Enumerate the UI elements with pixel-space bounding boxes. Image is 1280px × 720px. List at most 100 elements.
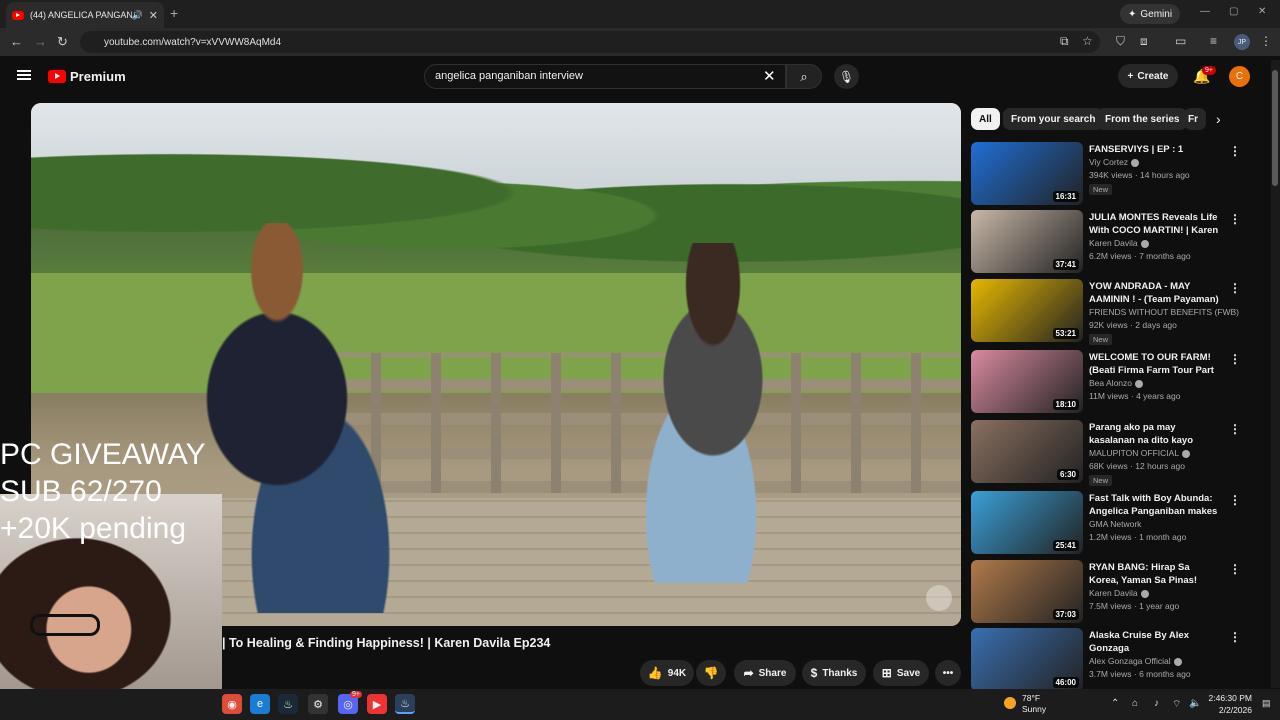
recommendation-item[interactable]: 46:00 Alaska Cruise By Alex Gonzaga Alex G… [971, 628, 1261, 692]
recommendation-title[interactable]: Alaska Cruise By Alex Gonzaga [1089, 629, 1219, 655]
thanks-button[interactable]: $ Thanks [802, 660, 866, 686]
recommendation-title[interactable]: RYAN BANG: Hirap Sa Korea, Yaman Sa Pina… [1089, 561, 1219, 587]
channel-name[interactable]: GMA Network [1089, 519, 1141, 529]
bookmark-star-icon[interactable]: ☆ [1082, 34, 1093, 48]
steam-taskbar-icon[interactable]: ♨ [278, 694, 298, 714]
video-thumbnail[interactable]: 37:03 [971, 560, 1083, 623]
recommendation-title[interactable]: JULIA MONTES Reveals Life With COCO MART… [1089, 211, 1219, 237]
create-button[interactable]: + Create [1118, 64, 1178, 88]
search-input[interactable]: angelica panganiban interview [424, 64, 786, 89]
more-vertical-icon[interactable]: ⋮ [1229, 630, 1241, 644]
user-avatar[interactable]: C [1229, 66, 1250, 87]
maximize-icon[interactable]: ▢ [1229, 6, 1238, 17]
video-thumbnail[interactable]: 53:21 [971, 279, 1083, 342]
volume-icon[interactable]: 🔈 [1189, 698, 1201, 709]
video-thumbnail[interactable]: 37:41 [971, 210, 1083, 273]
recommendation-title[interactable]: Parang ako pa may kasalanan na dito kayo… [1089, 421, 1219, 447]
browser-menu-icon[interactable]: ⋮ [1260, 34, 1272, 48]
chip-all[interactable]: All [971, 108, 1000, 130]
video-thumbnail[interactable]: 6:30 [971, 420, 1083, 483]
video-thumbnail[interactable]: 25:41 [971, 491, 1083, 554]
profile-avatar[interactable]: JP [1234, 34, 1250, 50]
recommendation-item[interactable]: 16:31 FANSERVIYS | EP : 1 Viy Cortez 394K v… [971, 142, 1261, 206]
discord-badge: 9+ [350, 691, 362, 698]
video-thumbnail[interactable]: 18:10 [971, 350, 1083, 413]
channel-name[interactable]: Karen Davila [1089, 238, 1149, 248]
recommendation-title[interactable]: Fast Talk with Boy Abunda: Angelica Pang… [1089, 492, 1219, 518]
share-button[interactable]: ➦ Share [734, 660, 796, 686]
recommendation-title[interactable]: FANSERVIYS | EP : 1 [1089, 143, 1219, 156]
recommendation-item[interactable]: 37:03 RYAN BANG: Hirap Sa Korea, Yaman Sa… [971, 560, 1261, 624]
recommendation-item[interactable]: 53:21 YOW ANDRADA - MAY AAMININ ! - (Team… [971, 279, 1261, 345]
back-icon[interactable]: ← [10, 34, 23, 49]
channel-name[interactable]: MALUPITON OFFICIAL [1089, 448, 1191, 458]
chip-truncated[interactable]: Fr [1184, 108, 1206, 130]
reload-icon[interactable]: ↻ [57, 34, 68, 50]
browser-tab[interactable]: (44) ANGELICA PANGANIBA 🔊 ✕ [6, 2, 164, 28]
extensions-icon[interactable]: ⧈ [1140, 34, 1148, 49]
weather-widget[interactable]: 78°F Sunny [1022, 693, 1046, 715]
weather-condition: Sunny [1022, 704, 1047, 714]
weather-temperature: 78°F [1022, 693, 1041, 703]
scrollbar-thumb[interactable] [1272, 70, 1278, 186]
like-button[interactable]: 👍 94K [640, 660, 694, 686]
gemini-button[interactable]: ✦ Gemini [1120, 4, 1181, 24]
chip-from-your-search[interactable]: From your search [1003, 108, 1104, 130]
channel-name[interactable]: Karen Davila [1089, 588, 1149, 598]
edge-taskbar-icon[interactable]: e [250, 694, 270, 714]
shield-icon[interactable]: ⛉ [1116, 34, 1125, 49]
chrome-taskbar-icon[interactable]: ◉ [222, 694, 242, 714]
more-vertical-icon[interactable]: ⋮ [1229, 212, 1241, 226]
dislike-button[interactable]: 👎 [696, 660, 726, 686]
sidebar-icon[interactable]: ▭ [1175, 34, 1186, 48]
save-button[interactable]: ⊞ Save [873, 660, 929, 686]
gemini-label: Gemini [1140, 8, 1173, 20]
close-window-icon[interactable]: ✕ [1258, 6, 1266, 17]
minimize-icon[interactable]: — [1200, 6, 1210, 17]
more-vertical-icon[interactable]: ⋮ [1229, 493, 1241, 507]
menu-icon[interactable] [17, 70, 31, 80]
system-clock[interactable]: 2:46:30 PM 2/2/2026 [1208, 692, 1252, 716]
speaker-icon[interactable]: 🔊 [132, 10, 143, 21]
voice-search-button[interactable]: 🎙 [834, 64, 859, 89]
recommendation-title[interactable]: YOW ANDRADA - MAY AAMININ ! - (Team Paya… [1089, 280, 1219, 306]
more-vertical-icon[interactable]: ⋮ [1229, 144, 1241, 158]
url-bar[interactable]: youtube.com/watch?v=xVVWW8AqMd4 [80, 31, 1100, 53]
search-button[interactable]: ⌕ [786, 64, 822, 89]
channel-name[interactable]: FRIENDS WITHOUT BENEFITS (FWB) [1089, 307, 1239, 317]
forward-icon[interactable]: → [34, 34, 47, 49]
channel-watermark-icon[interactable] [926, 585, 952, 611]
tray-chevron-up-icon[interactable]: ⌃ [1111, 698, 1119, 709]
network-icon[interactable]: ⌂ [1132, 698, 1138, 709]
steam-active-taskbar-icon[interactable]: ♨ [395, 694, 415, 714]
app-taskbar-icon[interactable]: ⚙ [308, 694, 328, 714]
view-meta: 7.5M views · 1 year ago [1089, 601, 1180, 611]
media-taskbar-icon[interactable]: ▶ [367, 694, 387, 714]
youtube-logo[interactable]: Premium [48, 69, 126, 84]
recommendation-item[interactable]: 37:41 JULIA MONTES Reveals Life With COCO… [971, 210, 1261, 274]
more-vertical-icon[interactable]: ⋮ [1229, 281, 1241, 295]
new-tab-icon[interactable]: + [170, 5, 178, 21]
recommendation-item[interactable]: 25:41 Fast Talk with Boy Abunda: Angelica… [971, 491, 1261, 555]
clear-search-icon[interactable]: ✕ [763, 67, 776, 85]
channel-name[interactable]: Alex Gonzaga Official [1089, 656, 1182, 666]
recommendation-title[interactable]: WELCOME TO OUR FARM! (Beati Firma Farm T… [1089, 351, 1219, 377]
video-thumbnail[interactable]: 16:31 [971, 142, 1083, 205]
channel-name[interactable]: Viy Cortez [1089, 157, 1140, 167]
chip-from-the-series[interactable]: From the series [1097, 108, 1188, 130]
more-vertical-icon[interactable]: ⋮ [1229, 562, 1241, 576]
video-thumbnail[interactable]: 46:00 [971, 628, 1083, 691]
mic-tray-icon[interactable]: ♪ [1154, 698, 1159, 709]
notification-center-icon[interactable]: ▤ [1262, 698, 1271, 709]
close-tab-icon[interactable]: ✕ [149, 9, 158, 22]
more-actions-button[interactable]: ••• [935, 660, 961, 686]
media-icon[interactable]: ≡ [1210, 34, 1217, 48]
recommendation-item[interactable]: 18:10 WELCOME TO OUR FARM! (Beati Firma F… [971, 350, 1261, 414]
wifi-icon[interactable]: ⌔ [1172, 698, 1181, 711]
channel-name[interactable]: Bea Alonzo [1089, 378, 1144, 388]
more-vertical-icon[interactable]: ⋮ [1229, 422, 1241, 436]
more-vertical-icon[interactable]: ⋮ [1229, 352, 1241, 366]
chevron-right-icon[interactable]: › [1216, 111, 1221, 127]
recommendation-item[interactable]: 6:30 Parang ako pa may kasalanan na dito … [971, 420, 1261, 486]
cast-icon[interactable]: ⧉ [1060, 34, 1069, 49]
